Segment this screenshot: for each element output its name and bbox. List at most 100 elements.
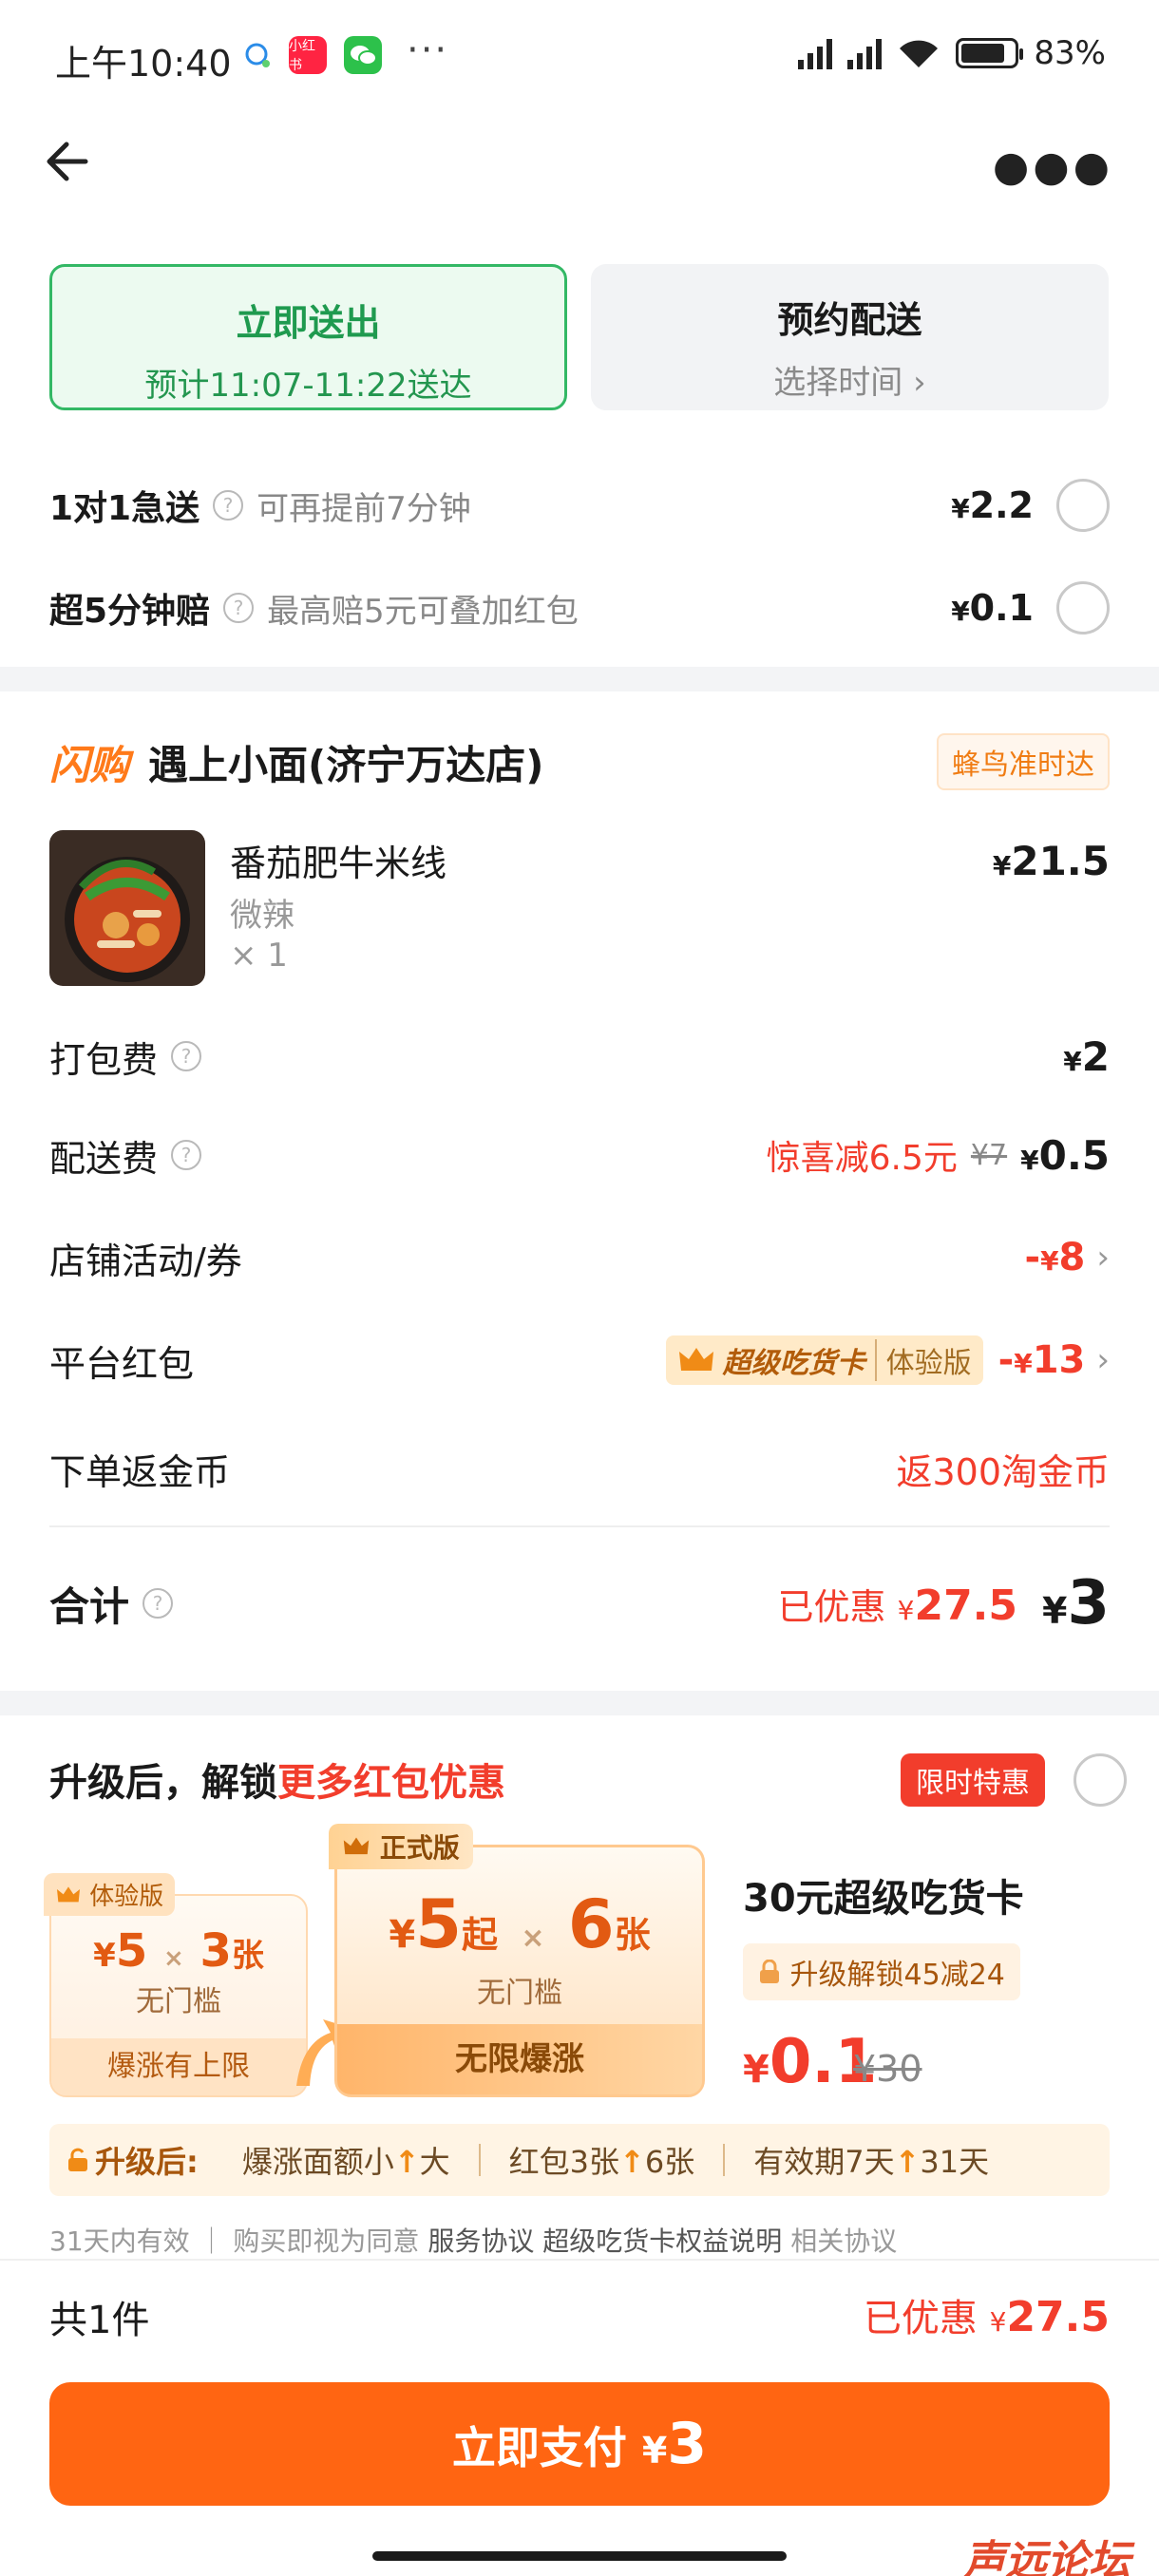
platform-redpacket-value: -¥13 [998,1338,1086,1382]
deliver-now-title: 立即送出 [236,302,381,344]
express-price: 2.2 [969,484,1034,526]
status-right: 83% [798,34,1106,72]
shangou-logo: 闪购 [49,741,130,788]
limited-offer-badge: 限时特惠 [901,1753,1045,1807]
trial-card-value: ¥5 × 3张 [93,1924,264,1978]
trial-badge: 体验版 [44,1873,176,1916]
deliver-now-option[interactable]: 立即送出 预计11:07-11:22送达 [49,264,567,410]
delivery-fee-price: ¥0.5 [1020,1131,1110,1179]
benefit-validity: 有效期7天↑31天 [753,2144,990,2180]
crown-icon [343,1837,370,1855]
summary-total: ¥3 [1042,1568,1110,1638]
help-icon[interactable]: ? [223,593,255,623]
chat-bubble-icon [245,43,270,67]
section-divider [0,667,1159,691]
status-time: 上午10:40 [55,43,232,85]
help-icon[interactable]: ? [213,490,244,521]
section-divider [0,1691,1159,1715]
item-spec: 微辣 [230,897,294,935]
home-indicator[interactable] [372,2551,787,2561]
trial-card: ¥5 × 3张 无门槛 爆涨有上限 [49,1894,308,2097]
service-agreement-link[interactable]: 服务协议 [428,2226,534,2257]
platform-redpacket-label: 平台红包 [49,1342,195,1385]
delivery-fee-original: ¥7 [970,1138,1008,1172]
summary-saved: 已优惠 ¥27.5 [777,1581,1018,1630]
signal-icon [798,37,833,69]
late-comp-price: 0.1 [969,587,1034,629]
lock-icon [760,1959,779,1983]
status-app-icons: 小红书 [243,36,382,74]
related-agreement-link[interactable]: 相关协议 [790,2226,897,2257]
summary-label: 合计 [49,1582,130,1630]
late-compensation-row[interactable]: 超5分钟赔 ? 最高赔5元可叠加红包 ¥0.1 [49,579,1110,636]
signal-icon-2 [847,37,883,69]
choose-time-label: 选择时间 [773,364,903,402]
late-comp-radio[interactable] [1056,581,1110,635]
crown-icon [678,1348,713,1371]
more-notifications-icon: ··· [407,28,449,72]
on-time-tag: 蜂鸟准时达 [937,733,1110,790]
coins-row: 下单返金币 返300淘金币 [49,1440,1110,1497]
crown-icon [57,1886,80,1903]
delivery-fee-discount: 惊喜减6.5元 [766,1139,958,1178]
product-original-price: ¥30 [853,2048,922,2090]
express-option-row[interactable]: 1对1急送 ? 可再提前7分钟 ¥2.2 [49,477,1110,534]
help-icon[interactable]: ? [171,1140,202,1170]
wifi-icon [900,40,939,67]
store-header: 闪购 遇上小面(济宁万达店) 蜂鸟准时达 [49,731,1110,792]
coins-value: 返300淘金币 [896,1450,1110,1493]
benefit-amount: 爆涨面额小↑大 [241,2144,450,2180]
store-name[interactable]: 遇上小面(济宁万达店) [148,733,543,791]
super-foodie-card-tag: 超级吃货卡 体验版 [665,1335,983,1385]
delivery-fee-label: 配送费 [49,1137,159,1180]
scheduled-title: 预约配送 [777,299,922,341]
upgrade-title: 升级后，解锁更多红包优惠 [49,1761,505,1805]
late-comp-label: 超5分钟赔 [49,592,211,631]
unlock-tag: 升级解锁45减24 [743,1943,1020,2000]
trial-label: 体验版 [874,1339,972,1381]
packing-fee-label: 打包费 [49,1038,159,1081]
upgrade-benefits-bar: 升级后: 爆涨面额小↑大 红包3张↑6张 有效期7天↑31天 [49,2124,1110,2196]
store-promo-value: -¥8 [1024,1236,1086,1279]
divider-line [49,1525,1110,1527]
benefits-explanation-link[interactable]: 超级吃货卡权益说明 [542,2226,782,2257]
full-card-value: ¥5起 × 6张 [389,1885,651,1963]
scheduled-delivery-option[interactable]: 预约配送 选择时间 › [591,264,1109,410]
store-promo-label: 店铺活动/券 [49,1240,242,1282]
item-qty: × 1 [230,937,288,975]
store-promo-row[interactable]: 店铺活动/券 -¥8 › [49,1229,1110,1286]
full-card: ¥5起 × 6张 无门槛 无限爆涨 [334,1845,705,2097]
xiaohongshu-icon: 小红书 [289,36,327,74]
watermark-logo: 声远论坛 [963,2537,1130,2576]
full-card-footer: 无限爆涨 [337,2024,702,2094]
summary-row: 合计 ? 已优惠 ¥27.5 ¥3 [49,1565,1110,1641]
status-bar: 上午10:40 小红书 ··· 83% [0,0,1159,114]
trial-card-threshold: 无门槛 [136,1985,221,2018]
upgrade-radio[interactable] [1074,1753,1127,1807]
full-version-badge: 正式版 [329,1824,473,1869]
battery-percent: 83% [1034,34,1106,72]
full-card-threshold: 无门槛 [477,1977,562,2010]
back-arrow-icon[interactable] [42,133,99,190]
express-radio[interactable] [1056,479,1110,532]
item-price: ¥21.5 [992,838,1110,884]
food-image [49,830,205,986]
help-icon[interactable]: ? [171,1041,202,1071]
item-count: 共1件 [49,2299,150,2342]
chevron-right-icon: › [1096,1341,1110,1379]
unlock-icon [68,2148,87,2171]
platform-redpacket-row[interactable]: 平台红包 超级吃货卡 体验版 -¥13 › [49,1332,1110,1389]
late-comp-desc: 最高赔5元可叠加红包 [267,592,579,631]
item-name: 番茄肥牛米线 [230,843,447,884]
wechat-icon [344,36,382,74]
help-icon[interactable]: ? [142,1588,174,1619]
chevron-right-icon: › [1096,1239,1110,1277]
agreement-text: 31天内有效 ｜ 购买即视为同意 服务协议 超级吃货卡权益说明 相关协议 [49,2226,898,2257]
product-title: 30元超级吃货卡 [743,1877,1024,1921]
delivery-fee-row: 配送费 ? 惊喜减6.5元 ¥7 ¥0.5 [49,1127,1110,1184]
express-label: 1对1急送 [49,489,200,528]
chevron-right-icon: › [902,364,926,402]
coins-label: 下单返金币 [49,1450,231,1493]
pay-now-button[interactable]: 立即支付 ¥3 [49,2382,1110,2506]
more-menu-icon[interactable]: ●●● [993,142,1113,191]
